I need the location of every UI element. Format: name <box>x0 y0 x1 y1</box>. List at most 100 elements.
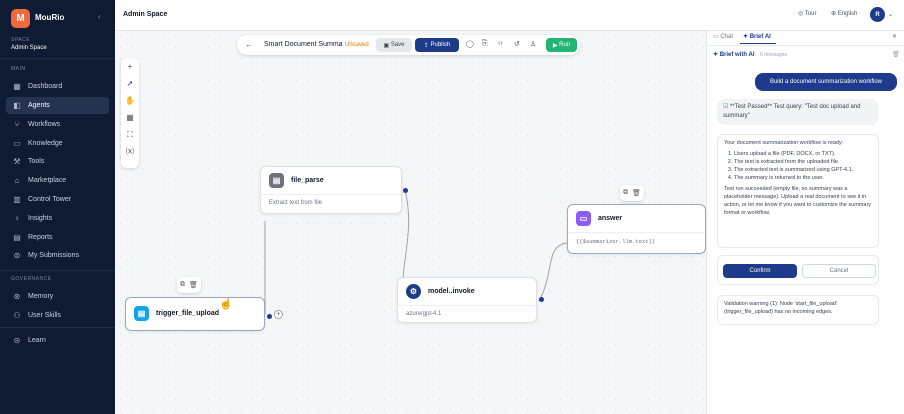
hand-cursor-icon: ☝ <box>219 298 233 310</box>
export-icon[interactable]: ⎘ <box>482 40 488 48</box>
document-icon: ▤ <box>269 173 284 188</box>
validation-warning: Validation warning (1): Node 'start_file… <box>717 295 879 325</box>
sidebar-item-control-tower[interactable]: ▥ Control Tower <box>6 191 109 208</box>
code-icon[interactable]: ‹› <box>498 40 503 47</box>
active-tab-indicator <box>740 43 776 44</box>
sidebar-item-learn[interactable]: ⊝ Learn <box>6 332 109 349</box>
sidebar-item-label: Dashboard <box>28 83 63 90</box>
node-description: Extract text from file <box>261 194 401 211</box>
assistant-message: Your document summarization workflow is … <box>717 134 879 248</box>
output-port[interactable] <box>267 314 272 319</box>
back-arrow-icon[interactable]: ← <box>245 40 253 49</box>
chevron-down-icon[interactable]: ⌄ <box>888 11 893 18</box>
brief-title-text: Brief with AI <box>719 52 755 58</box>
book-icon: ▭ <box>13 139 21 148</box>
save-label: Save <box>390 42 405 48</box>
node-answer[interactable]: ▭ answer {{$summarizer.llm.text}} <box>567 204 706 254</box>
tab-brief-ai[interactable]: ✦ Brief AI <box>743 33 771 40</box>
hand-icon[interactable]: ✋ <box>121 92 139 109</box>
node-trigger-file-upload[interactable]: ▤ trigger_file_upload <box>125 297 265 331</box>
user-message: Build a document summarization workflow <box>755 73 897 91</box>
sidebar: M MouRio ‹ SPACE Admin Space MAIN ▦ Dashb… <box>0 0 115 414</box>
pointer-icon[interactable]: ➚ <box>121 75 139 92</box>
sidebar-item-workflows[interactable]: ⑂ Workflows <box>6 116 109 133</box>
top-bar: Admin Space ◎ Tour ⊕ English R ⌄ <box>115 0 904 31</box>
publish-label: Publish <box>430 42 451 48</box>
sidebar-item-tools[interactable]: ⚒ Tools <box>6 153 109 170</box>
report-icon: ▤ <box>13 233 21 242</box>
cancel-button[interactable]: Cancel <box>802 264 876 278</box>
ready-note: Test run succeeded (empty file, so summa… <box>724 186 872 216</box>
sidebar-item-insights[interactable]: ♀ Insights <box>6 210 109 227</box>
debug-icon[interactable]: ♙ <box>530 40 536 48</box>
lightbulb-icon: ♀ <box>14 214 20 223</box>
node-model-invoke[interactable]: ⚙ model..invoke azure/gpt-4.1 <box>397 277 537 323</box>
unsaved-badge: Unsaved <box>345 42 369 48</box>
sidebar-item-knowledge[interactable]: ▭ Knowledge <box>6 135 109 152</box>
chart-icon: ▥ <box>13 195 21 204</box>
sidebar-item-label: My Submissions <box>28 252 79 259</box>
sidebar-item-marketplace[interactable]: ⌂ Marketplace <box>6 172 109 189</box>
memory-icon: ⊛ <box>13 292 21 301</box>
copy-icon[interactable]: ⧉ <box>180 281 185 289</box>
node-title: answer <box>598 215 623 222</box>
avatar[interactable]: R <box>870 7 885 22</box>
save-button[interactable]: ▣ Save <box>376 38 412 52</box>
node-expression: {{$summarizer.llm.text}} <box>568 232 705 250</box>
output-port[interactable] <box>403 188 408 193</box>
trash-icon[interactable]: 🗑 <box>892 51 900 58</box>
add-node-icon[interactable]: + <box>274 310 283 319</box>
dashboard-icon: ▦ <box>13 82 21 91</box>
close-icon[interactable]: ✕ <box>892 33 897 40</box>
upload-icon: ⇪ <box>423 42 431 49</box>
language-selector[interactable]: ⊕ English <box>831 10 857 17</box>
sidebar-item-user-skills[interactable]: ⚇ User Skills <box>6 307 109 324</box>
sidebar-item-my-submissions[interactable]: ⊜ My Submissions <box>6 247 109 264</box>
output-port[interactable] <box>539 297 544 302</box>
tour-label: Tour <box>804 11 817 17</box>
confirm-button[interactable]: Confirm <box>723 264 797 278</box>
step-item: The summary is returned to the user. <box>734 174 872 182</box>
zoom-in-icon[interactable]: + <box>121 58 139 75</box>
sparkle-icon: ✦ <box>713 52 720 58</box>
comment-icon[interactable]: ◯ <box>466 40 474 48</box>
store-icon: ⌂ <box>14 176 20 185</box>
tab-chat[interactable]: ▭ Chat <box>713 33 733 40</box>
history-icon[interactable]: ↺ <box>514 40 520 48</box>
sidebar-item-label: User Skills <box>28 312 62 319</box>
fit-view-icon[interactable]: ⛶ <box>121 126 139 143</box>
copy-icon[interactable]: ⧉ <box>623 189 628 197</box>
users-icon: ⚇ <box>13 311 21 320</box>
step-item: The extracted text is summarized using G… <box>734 166 872 174</box>
tab-label: Brief AI <box>749 34 771 40</box>
sidebar-item-label: Learn <box>28 337 46 344</box>
grid-icon[interactable]: ▦ <box>121 109 139 126</box>
chat-icon: ▭ <box>576 211 591 226</box>
space-switcher[interactable]: Admin Space <box>11 45 47 51</box>
sidebar-item-memory[interactable]: ⊛ Memory <box>6 288 109 305</box>
tour-button[interactable]: ◎ Tour <box>798 10 816 17</box>
publish-button[interactable]: ⇪ Publish <box>415 38 459 52</box>
run-button[interactable]: ▶ Run <box>546 38 577 52</box>
learn-icon: ⊝ <box>13 336 21 345</box>
tab-label: Chat <box>720 34 734 40</box>
sidebar-item-reports[interactable]: ▤ Reports <box>6 229 109 246</box>
node-file-parse[interactable]: ▤ file_parse Extract text from file <box>260 166 402 214</box>
submissions-icon: ⊜ <box>13 251 21 260</box>
divider <box>707 45 904 46</box>
page-title: Admin Space <box>123 11 168 18</box>
workflow-canvas[interactable]: ← Smart Document Summa Unsaved ▣ Save ⇪ … <box>115 31 706 414</box>
edge <box>538 242 568 302</box>
canvas-controls: + ➚ ✋ ▦ ⛶ ⒳ <box>121 58 139 168</box>
sidebar-item-label: Agents <box>28 102 50 109</box>
delete-icon[interactable]: 🗑 <box>189 281 198 289</box>
sidebar-item-agents[interactable]: ◧ Agents <box>6 97 109 114</box>
sidebar-item-dashboard[interactable]: ▦ Dashboard <box>6 78 109 95</box>
workflow-name-input[interactable]: Smart Document Summa <box>264 41 343 48</box>
sidebar-item-label: Tools <box>28 158 45 165</box>
sidebar-item-label: Reports <box>28 234 53 241</box>
collapse-sidebar-icon[interactable]: ‹ <box>98 12 101 21</box>
delete-icon[interactable]: 🗑 <box>632 189 641 197</box>
sidebar-item-label: Control Tower <box>28 196 72 203</box>
variables-icon[interactable]: ⒳ <box>121 143 139 160</box>
